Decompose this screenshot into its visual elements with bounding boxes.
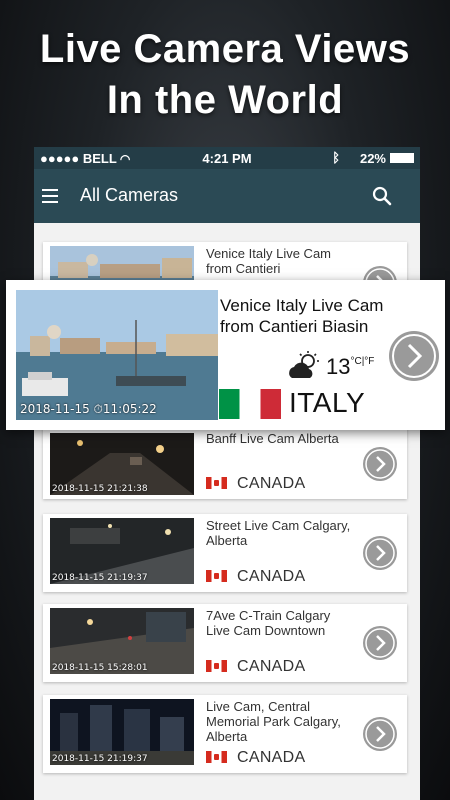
canada-flag-icon: [206, 477, 227, 489]
open-camera-button[interactable]: [363, 536, 397, 570]
camera-country: CANADA: [206, 749, 305, 767]
open-camera-button[interactable]: [363, 717, 397, 751]
camera-card[interactable]: 2018-11-15 21:19:37 Live Cam, Central Me…: [43, 695, 407, 773]
featured-camera-timestamp: 2018-11-15 ⏱11:05:22: [20, 402, 157, 416]
camera-thumbnail: 2018-11-15 21:21:38: [50, 433, 194, 495]
featured-camera-thumbnail: 2018-11-15 ⏱11:05:22: [16, 290, 218, 420]
battery-icon: [390, 153, 414, 163]
phone-screen: ●●●●● BELL ◠ 4:21 PM ᛒ 22% All Cameras Ve…: [34, 147, 420, 800]
battery-percent: 22%: [359, 151, 386, 166]
camera-title: Venice Italy Live Cam from Cantieri: [206, 246, 332, 276]
temperature-unit-toggle[interactable]: °C|°F: [350, 356, 374, 367]
camera-timestamp: 2018-11-15 21:19:37: [52, 573, 148, 583]
camera-timestamp: 2018-11-15 21:21:38: [52, 484, 148, 494]
camera-timestamp: 2018-11-15 21:19:37: [52, 754, 148, 764]
open-camera-button[interactable]: [363, 626, 397, 660]
featured-camera-country: ITALY: [289, 387, 366, 418]
camera-thumbnail: 2018-11-15 15:28:01: [50, 608, 194, 674]
camera-title: Banff Live Cam Alberta: [206, 431, 339, 446]
canada-flag-icon: [206, 570, 227, 582]
page-title: All Cameras: [80, 185, 179, 205]
temperature: 13°C|°F: [326, 354, 375, 379]
promo-headline-line2: In the World: [106, 78, 344, 122]
partly-cloudy-icon: [289, 351, 319, 378]
camera-card[interactable]: 2018-11-15 21:19:37 Street Live Cam Calg…: [43, 514, 407, 592]
camera-thumbnail: 2018-11-15 21:19:37: [50, 518, 194, 584]
hamburger-menu-icon[interactable]: [42, 189, 58, 203]
status-bar: ●●●●● BELL ◠ 4:21 PM ᛒ 22%: [34, 147, 420, 169]
open-camera-button[interactable]: [363, 447, 397, 481]
camera-country: CANADA: [206, 658, 305, 676]
open-featured-camera-button[interactable]: [389, 331, 439, 381]
italy-flag-icon: [219, 389, 281, 419]
bluetooth-icon: ᛒ: [332, 150, 340, 165]
featured-camera-card[interactable]: 2018-11-15 ⏱11:05:22 Venice Italy Live C…: [6, 280, 445, 430]
camera-country: CANADA: [206, 475, 305, 493]
promo-headline-line1: Live Camera Views: [39, 27, 411, 71]
camera-country: CANADA: [206, 568, 305, 586]
search-icon[interactable]: [372, 186, 392, 206]
camera-card[interactable]: 2018-11-15 15:28:01 7Ave C-Train Calgary…: [43, 604, 407, 682]
camera-timestamp: 2018-11-15 15:28:01: [52, 663, 148, 673]
canada-flag-icon: [206, 660, 227, 672]
camera-title: Street Live Cam Calgary, Alberta: [206, 518, 351, 548]
featured-camera-title: Venice Italy Live Cam from Cantieri Bias…: [220, 296, 384, 336]
camera-thumbnail: 2018-11-15 21:19:37: [50, 699, 194, 765]
canada-flag-icon: [206, 751, 227, 763]
app-bar: All Cameras: [34, 169, 420, 223]
camera-title: 7Ave C-Train Calgary Live Cam Downtown: [206, 608, 331, 638]
camera-title: Live Cam, Central Memorial Park Calgary,…: [206, 699, 341, 744]
